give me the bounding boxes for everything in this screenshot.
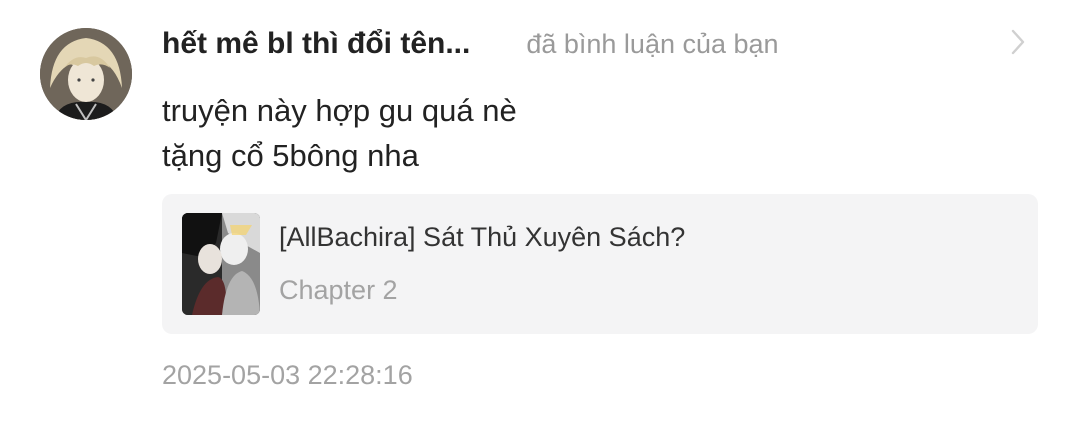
story-cover-thumbnail <box>182 213 260 315</box>
username[interactable]: hết mê bl thì đổi tên... <box>162 27 470 61</box>
comment-line: truyện này hợp gu quá nè <box>162 93 517 128</box>
timestamp: 2025-05-03 22:28:16 <box>162 360 413 390</box>
comment-text: truyện này hợp gu quá nè tặng cổ 5bông n… <box>162 88 1022 178</box>
story-title: [AllBachira] Sát Thủ Xuyên Sách? <box>279 222 686 252</box>
notification-header: hết mê bl thì đổi tên... đã bình luận củ… <box>162 22 779 66</box>
comment-notification[interactable]: hết mê bl thì đổi tên... đã bình luận củ… <box>0 0 1078 425</box>
user-avatar[interactable] <box>40 28 132 120</box>
action-text: đã bình luận của bạn <box>526 28 779 59</box>
comment-line: tặng cổ 5bông nha <box>162 138 419 173</box>
story-reference-card[interactable]: [AllBachira] Sát Thủ Xuyên Sách? Chapter… <box>162 194 1038 334</box>
avatar-image <box>40 28 132 120</box>
chevron-right-icon[interactable] <box>1006 28 1030 56</box>
chapter-label: Chapter 2 <box>279 275 398 305</box>
